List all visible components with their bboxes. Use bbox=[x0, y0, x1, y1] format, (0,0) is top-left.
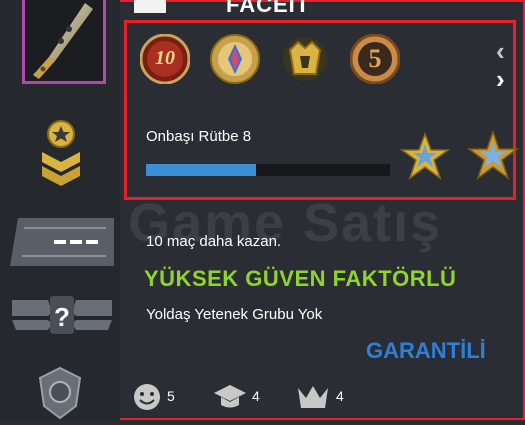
header-badge bbox=[134, 0, 166, 13]
guarantee-text: GARANTİLİ bbox=[366, 338, 486, 363]
chevron-right-icon[interactable]: › bbox=[496, 66, 505, 92]
leader-count: 4 bbox=[336, 388, 344, 404]
faceit-label: FACEIT bbox=[226, 0, 311, 17]
skill-group-text: Yoldaş Yetenek Grubu Yok bbox=[146, 306, 323, 323]
10-year-coin-icon[interactable]: 10 bbox=[139, 33, 191, 85]
graduation-cap-icon bbox=[212, 382, 248, 412]
profile-rank-icon bbox=[36, 366, 84, 420]
crown-icon bbox=[296, 382, 330, 412]
medal-label-5: 5 bbox=[368, 44, 382, 73]
svg-text:?: ? bbox=[54, 302, 70, 332]
chevron-left-icon[interactable]: ‹ bbox=[496, 38, 505, 64]
current-rank-star-icon bbox=[399, 131, 451, 184]
5-year-coin-icon[interactable]: 5 bbox=[349, 33, 401, 85]
pin-coin-icon[interactable] bbox=[210, 34, 260, 84]
trust-factor-text: YÜKSEK GÜVEN FAKTÖRLÜ bbox=[144, 266, 457, 291]
rank-name: Onbaşı Rütbe 8 bbox=[146, 128, 252, 145]
operation-coin-icon[interactable] bbox=[280, 34, 330, 84]
xp-progress-fill bbox=[146, 164, 256, 176]
xp-progress-bar bbox=[146, 164, 390, 176]
rank-chevron-icon bbox=[38, 118, 84, 192]
medal-label-10: 10 bbox=[155, 47, 175, 69]
wins-needed-text: 10 maç daha kazan. bbox=[146, 233, 282, 250]
friendly-count: 5 bbox=[167, 388, 175, 404]
knife-icon bbox=[33, 3, 93, 79]
next-rank-star-icon bbox=[466, 129, 520, 184]
smiley-icon bbox=[132, 382, 162, 412]
level-badge-icon bbox=[10, 214, 116, 270]
teacher-count: 4 bbox=[252, 388, 260, 404]
knife-skin-thumbnail[interactable] bbox=[22, 0, 106, 84]
wingman-rank-icon: ? bbox=[12, 292, 112, 338]
